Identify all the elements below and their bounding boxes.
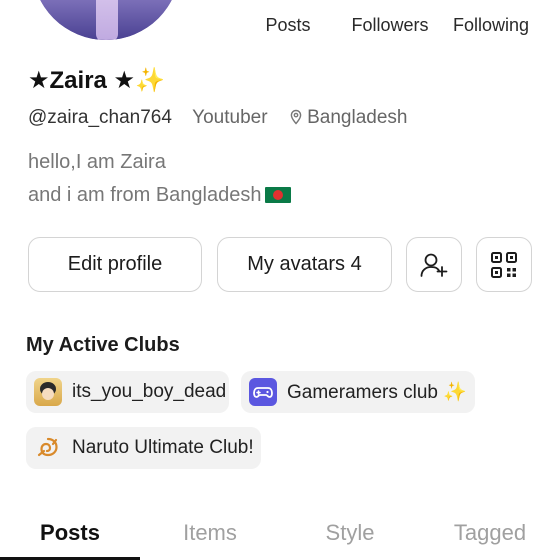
stat-following[interactable]: Following [448,0,534,36]
profile-location: Bangladesh [307,107,408,128]
profile-bio: hello,I am Zaira and i am from Banglades… [28,146,292,212]
club-label: Gameramers club ✨ [287,382,467,403]
leaf-village-icon [34,434,62,462]
gamepad-icon [249,378,277,406]
location-pin-icon [290,109,302,125]
add-user-icon [420,253,448,277]
profile-role: Youtuber [192,107,268,128]
tab-tagged[interactable]: Tagged [420,520,560,546]
profile-tabs: Posts Items Style Tagged [0,510,560,560]
tab-posts[interactable]: Posts [0,520,140,546]
bio-line-1: hello,I am Zaira [28,151,166,173]
stat-following-label: Following [452,15,530,35]
profile-name: ★Zaira ★✨ [28,67,165,94]
anime-boy-icon [34,378,62,406]
add-friend-button[interactable] [406,237,462,292]
qr-code-icon [491,251,517,278]
edit-profile-button[interactable]: Edit profile [28,237,202,292]
club-label: Naruto Ultimate Club! [72,437,254,458]
stat-posts-label: Posts [265,15,311,35]
club-chip-naruto-ultimate[interactable]: Naruto Ultimate Club! [26,427,261,469]
stat-followers[interactable]: Followers [344,0,436,36]
profile-handle: @zaira_chan764 [28,107,172,128]
my-avatars-button[interactable]: My avatars 4 [217,237,392,292]
club-chip-gameramers[interactable]: Gameramers club ✨ [241,371,475,413]
tab-style[interactable]: Style [280,520,420,546]
profile-avatar[interactable] [32,0,180,40]
club-label: its_you_boy_dead [72,381,227,402]
bio-line-2: and i am from Bangladesh [28,184,262,206]
tab-items[interactable]: Items [140,520,280,546]
profile-meta: @zaira_chan764 Youtuber Bangladesh [28,107,407,129]
active-clubs-heading: My Active Clubs [26,334,180,356]
bangladesh-flag-icon [265,187,292,203]
stat-posts[interactable]: Posts [252,0,324,36]
stat-followers-label: Followers [351,15,429,35]
avatar-figure [96,0,118,40]
club-chip-its-you-boy-dead[interactable]: its_you_boy_dead [26,371,229,413]
qr-code-button[interactable] [476,237,532,292]
